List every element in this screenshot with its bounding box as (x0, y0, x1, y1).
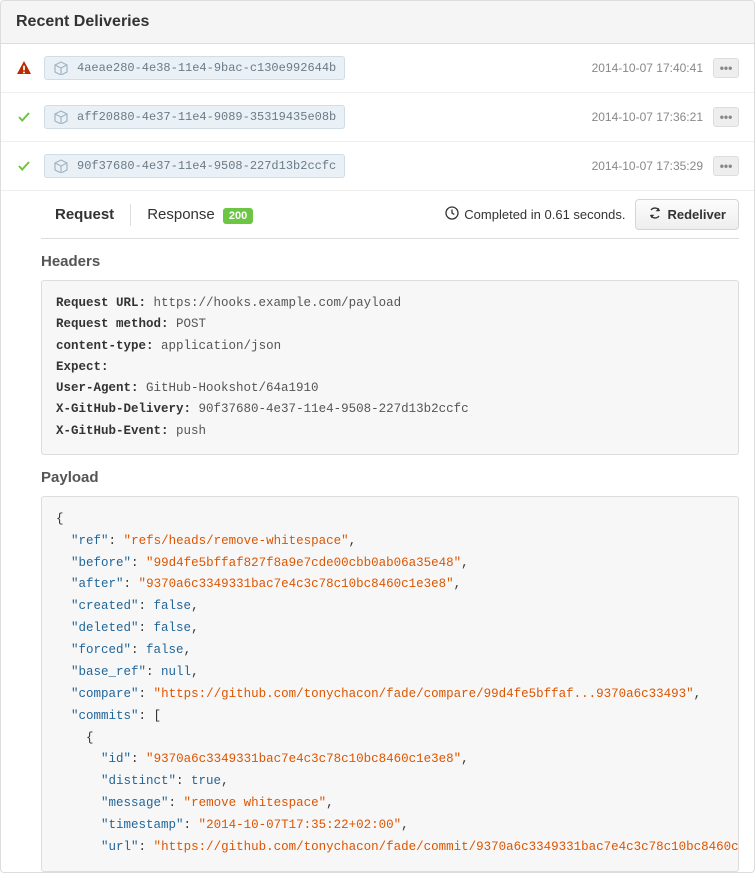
panel-title: Recent Deliveries (1, 1, 754, 44)
payload-box: { "ref": "refs/heads/remove-whitespace",… (41, 496, 739, 872)
payload-title: Payload (41, 455, 739, 496)
tab-request[interactable]: Request (41, 200, 128, 229)
delivery-uuid: aff20880-4e37-11e4-9089-35319435e08b (77, 110, 336, 124)
delivery-timestamp: 2014-10-07 17:40:41 (592, 61, 703, 75)
redeliver-button[interactable]: Redeliver (635, 199, 739, 230)
delivery-list: 4aeae280-4e38-11e4-9bac-c130e992644b 201… (1, 44, 754, 872)
expand-button[interactable]: ••• (713, 156, 739, 176)
clock-icon (445, 206, 459, 223)
package-icon (53, 159, 69, 173)
delivery-row: aff20880-4e37-11e4-9089-35319435e08b 201… (1, 93, 754, 142)
delivery-row: 90f37680-4e37-11e4-9508-227d13b2ccfc 201… (1, 142, 754, 191)
status-badge: 200 (223, 208, 253, 224)
delivery-detail: Request Response 200 Completed in 0.61 s… (1, 191, 754, 872)
delivery-uuid-pill[interactable]: aff20880-4e37-11e4-9089-35319435e08b (44, 105, 345, 129)
expand-button[interactable]: ••• (713, 58, 739, 78)
package-icon (53, 61, 69, 75)
alert-triangle-icon (16, 60, 32, 76)
delivery-uuid-pill[interactable]: 90f37680-4e37-11e4-9508-227d13b2ccfc (44, 154, 345, 178)
check-icon (16, 158, 32, 174)
delivery-uuid: 4aeae280-4e38-11e4-9bac-c130e992644b (77, 61, 336, 75)
package-icon (53, 110, 69, 124)
expand-button[interactable]: ••• (713, 107, 739, 127)
tabs-row: Request Response 200 Completed in 0.61 s… (41, 191, 739, 239)
delivery-row: 4aeae280-4e38-11e4-9bac-c130e992644b 201… (1, 44, 754, 93)
tab-divider (130, 204, 131, 226)
check-icon (16, 109, 32, 125)
tab-response-label: Response (147, 206, 215, 223)
headers-title: Headers (41, 239, 739, 280)
recent-deliveries-panel: Recent Deliveries 4aeae280-4e38-11e4-9ba… (0, 0, 755, 873)
headers-box: Request URL: https://hooks.example.com/p… (41, 280, 739, 455)
delivery-timestamp: 2014-10-07 17:35:29 (592, 159, 703, 173)
completed-text: Completed in 0.61 seconds. (445, 206, 625, 223)
sync-icon (648, 206, 662, 223)
delivery-uuid: 90f37680-4e37-11e4-9508-227d13b2ccfc (77, 159, 336, 173)
tab-response[interactable]: Response 200 (133, 200, 267, 229)
delivery-uuid-pill[interactable]: 4aeae280-4e38-11e4-9bac-c130e992644b (44, 56, 345, 80)
delivery-timestamp: 2014-10-07 17:36:21 (592, 110, 703, 124)
